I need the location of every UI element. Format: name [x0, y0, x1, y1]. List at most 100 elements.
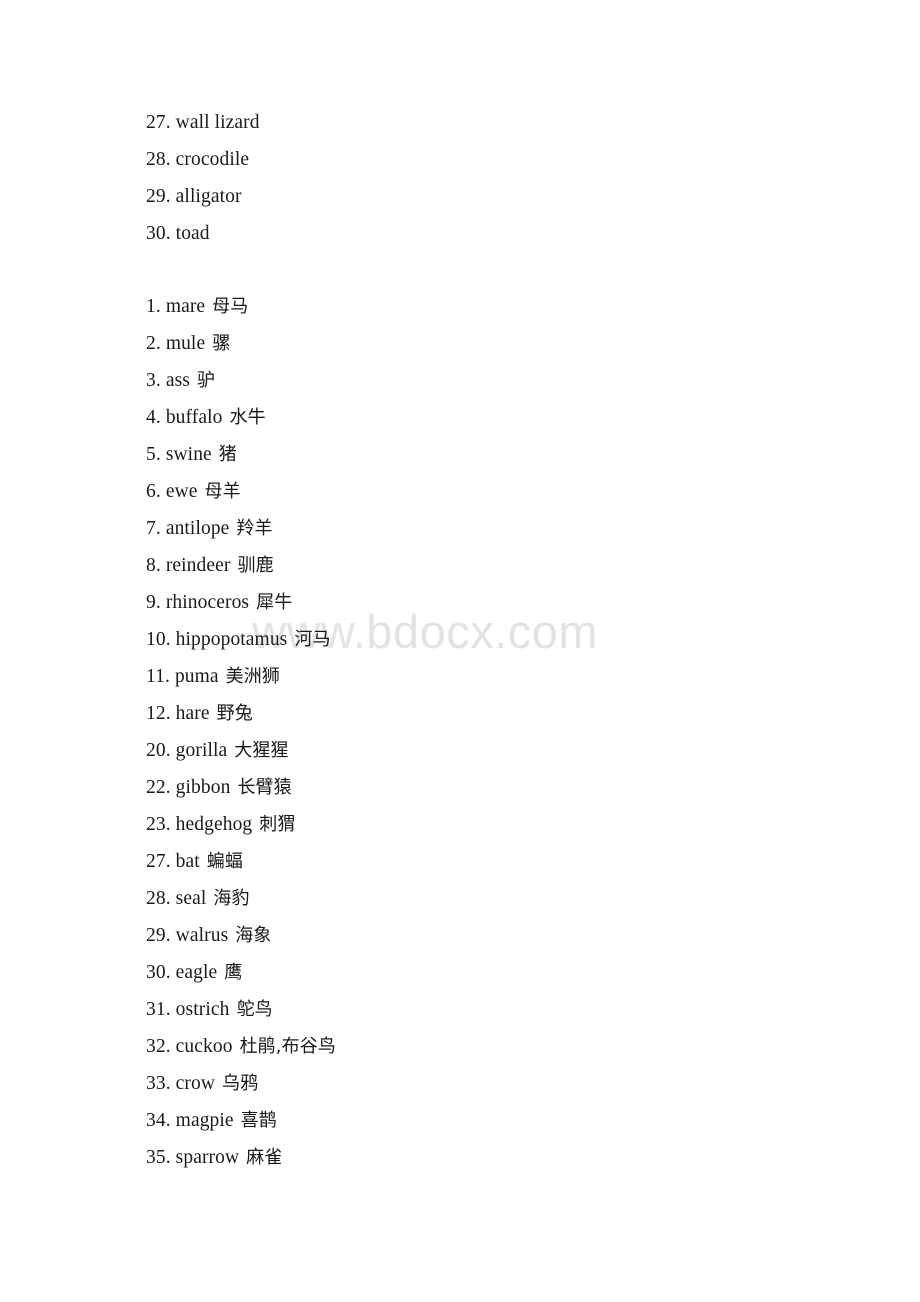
list-item-gloss [249, 149, 251, 170]
list-item-gloss: 大猩猩 [234, 740, 289, 761]
list-item-gloss: 海象 [235, 925, 272, 946]
list-item-term: ostrich [175, 999, 230, 1020]
list-item-number: 31. [146, 999, 171, 1020]
list-item-gloss [210, 223, 212, 244]
list-item: 12. hare 野兔 [146, 695, 846, 732]
list-item-number: 20. [146, 740, 171, 761]
list-item-gloss: 长臂猿 [237, 777, 292, 798]
list-item-term: alligator [175, 186, 242, 207]
list-item-gloss: 野兔 [216, 703, 253, 724]
list-item-number: 28. [146, 888, 171, 909]
list-item: 27. wall lizard [146, 104, 846, 141]
list-item-term: swine [165, 444, 212, 465]
list-item-number: 27. [146, 851, 171, 872]
list-item-number: 9. [146, 592, 161, 613]
list-item-term: wall lizard [175, 112, 260, 133]
list-item-number: 22. [146, 777, 171, 798]
list-item: 5. swine 猪 [146, 436, 846, 473]
list-item: 9. rhinoceros 犀牛 [146, 584, 846, 621]
list-item-number: 29. [146, 186, 171, 207]
list-item: 28. crocodile [146, 141, 846, 178]
list-item-gloss: 杜鹃,布谷鸟 [239, 1036, 336, 1057]
list-item-gloss: 羚羊 [236, 518, 273, 539]
list-item-gloss: 鸵鸟 [236, 999, 273, 1020]
list-item-number: 34. [146, 1110, 171, 1131]
list-item: 20. gorilla 大猩猩 [146, 732, 846, 769]
list-item-gloss: 喜鹊 [240, 1110, 277, 1131]
list-item-term: gibbon [175, 777, 231, 798]
list-item-number: 8. [146, 555, 161, 576]
list-item-number: 27. [146, 112, 171, 133]
list-item-gloss: 蝙蝠 [206, 851, 243, 872]
animals-bilingual-list: 1. mare 母马 2. mule 骡 3. ass 驴 4. buffalo… [146, 288, 846, 1176]
document-page: www.bdocx.com 27. wall lizard 28. crocod… [0, 0, 920, 1302]
list-item-term: hedgehog [175, 814, 253, 835]
list-item: 6. ewe 母羊 [146, 473, 846, 510]
list-item-gloss: 骡 [212, 333, 231, 354]
list-item-gloss: 驯鹿 [237, 555, 274, 576]
list-item-term: ass [165, 370, 190, 391]
list-item-term: ewe [165, 481, 198, 502]
list-item-term: mule [165, 333, 206, 354]
list-item: 22. gibbon 长臂猿 [146, 769, 846, 806]
list-item-term: puma [174, 666, 219, 687]
list-item: 7. antilope 羚羊 [146, 510, 846, 547]
list-item: 8. reindeer 驯鹿 [146, 547, 846, 584]
list-item: 27. bat 蝙蝠 [146, 843, 846, 880]
list-item: 2. mule 骡 [146, 325, 846, 362]
list-item-term: crocodile [175, 149, 250, 170]
list-item-term: sparrow [175, 1147, 240, 1168]
list-item: 33. crow 乌鸦 [146, 1065, 846, 1102]
list-item: 4. buffalo 水牛 [146, 399, 846, 436]
list-item-gloss: 乌鸦 [222, 1073, 259, 1094]
list-item: 30. eagle 鹰 [146, 954, 846, 991]
list-item-gloss: 犀牛 [256, 592, 293, 613]
list-item: 31. ostrich 鸵鸟 [146, 991, 846, 1028]
list-item-number: 1. [146, 296, 161, 317]
list-item: 3. ass 驴 [146, 362, 846, 399]
list-item-number: 11. [146, 666, 170, 687]
list-item-term: seal [175, 888, 207, 909]
list-item-number: 32. [146, 1036, 171, 1057]
list-item-number: 6. [146, 481, 161, 502]
list-item-gloss [260, 112, 262, 133]
list-item: 1. mare 母马 [146, 288, 846, 325]
list-item-term: bat [175, 851, 200, 872]
list-item-gloss: 母羊 [204, 481, 241, 502]
list-item: 30. toad [146, 215, 846, 252]
list-item-number: 35. [146, 1147, 171, 1168]
list-item-term: walrus [175, 925, 229, 946]
list-item: 10. hippopotamus 河马 [146, 621, 846, 658]
list-item-number: 28. [146, 149, 171, 170]
list-item-term: mare [165, 296, 206, 317]
list-item-term: gorilla [175, 740, 228, 761]
list-item-term: antilope [165, 518, 230, 539]
list-item-number: 4. [146, 407, 161, 428]
list-item-term: cuckoo [175, 1036, 233, 1057]
list-item-term: eagle [175, 962, 218, 983]
list-item-term: buffalo [165, 407, 223, 428]
list-item-term: crow [175, 1073, 216, 1094]
list-item-number: 5. [146, 444, 161, 465]
list-item-term: magpie [175, 1110, 234, 1131]
list-item: 29. alligator [146, 178, 846, 215]
list-item-gloss: 鹰 [224, 962, 243, 983]
list-item: 29. walrus 海象 [146, 917, 846, 954]
list-item: 11. puma 美洲狮 [146, 658, 846, 695]
list-item-gloss: 驴 [196, 370, 216, 391]
list-item-gloss: 水牛 [229, 407, 266, 428]
list-item-number: 2. [146, 333, 161, 354]
reptiles-amphibians-list: 27. wall lizard 28. crocodile 29. alliga… [146, 104, 846, 252]
list-item-number: 12. [146, 703, 171, 724]
list-item-term: toad [175, 223, 210, 244]
list-item: 23. hedgehog 刺猬 [146, 806, 846, 843]
list-item-gloss: 猪 [218, 444, 237, 465]
list-item-gloss: 河马 [294, 629, 331, 650]
list-item-term: hippopotamus [175, 629, 288, 650]
document-content: 27. wall lizard 28. crocodile 29. alliga… [146, 104, 846, 1176]
list-item-term: reindeer [165, 555, 231, 576]
list-item-number: 30. [146, 962, 171, 983]
list-item: 28. seal 海豹 [146, 880, 846, 917]
list-item-number: 23. [146, 814, 171, 835]
